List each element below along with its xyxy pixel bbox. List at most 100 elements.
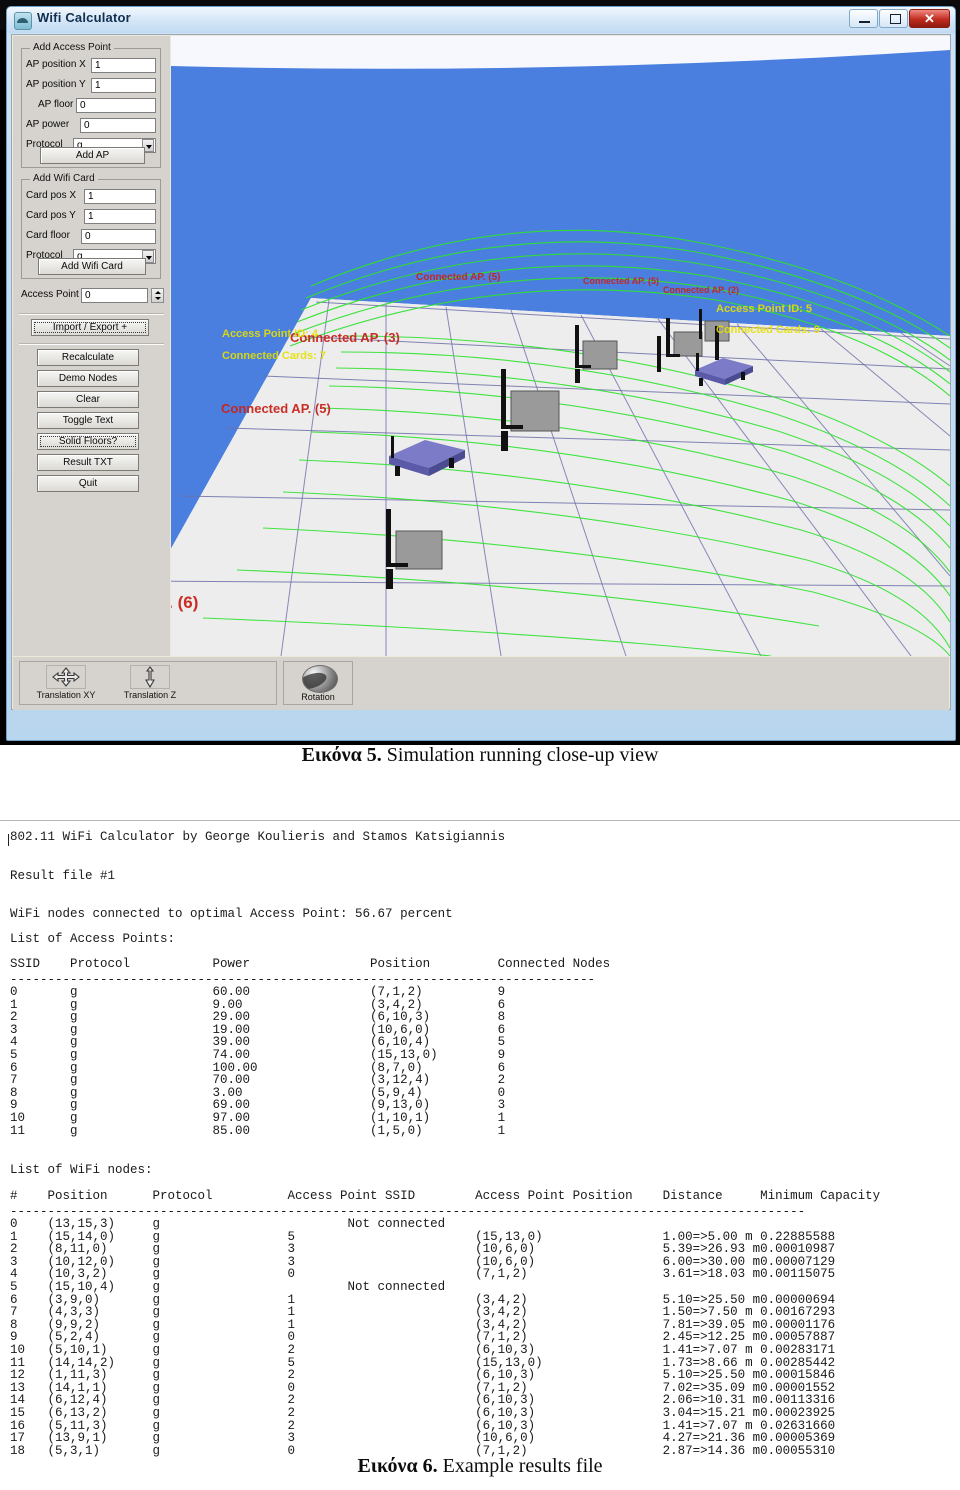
node-table-row: 2 (8,11,0) g 3 (10,6,0) 5.39=>26.93 m0.0… xyxy=(10,1242,836,1257)
control-panel: Add Access Point AP position X 1 AP posi… xyxy=(13,36,170,656)
results-header-line: 802.11 WiFi Calculator by George Koulier… xyxy=(10,830,506,844)
node-table-row: 17 (13,9,1) g 3 (10,6,0) 4.27=>21.36 m0.… xyxy=(10,1431,836,1446)
demo-nodes-button[interactable]: Demo Nodes xyxy=(37,370,139,387)
card-floor-row: Card floor 0 xyxy=(26,229,156,245)
window-title-bar[interactable]: Wifi Calculator ✕ xyxy=(7,7,955,33)
ap-position-y-label: AP position Y xyxy=(26,79,86,90)
ap-position-x-row: AP position X 1 xyxy=(26,58,156,74)
ap-table-row: 2 g 29.00 (6,10,3) 8 xyxy=(10,1010,506,1025)
viewport-label: Connected AP. (5) xyxy=(416,272,501,283)
ap-position-y-input[interactable]: 1 xyxy=(91,78,156,93)
maximize-button[interactable] xyxy=(879,9,908,28)
ap-power-input[interactable]: 0 xyxy=(80,118,156,133)
ap-floor-label: AP floor xyxy=(38,99,74,110)
ap-power-label: AP power xyxy=(26,119,70,130)
translation-xy-tool[interactable]: Translation XY xyxy=(24,665,108,703)
ap-table-row: 10 g 97.00 (1,10,1) 1 xyxy=(10,1111,506,1125)
add-access-point-group: Add Access Point AP position X 1 AP posi… xyxy=(21,42,161,168)
ap-floor-input[interactable]: 0 xyxy=(76,98,156,113)
access-point-selector-label: Access Point xyxy=(21,289,79,300)
solid-floors-button[interactable]: Solid Floors? xyxy=(37,433,139,450)
card-pos-x-input[interactable]: 1 xyxy=(84,189,156,204)
figure-5-label: Εικόνα 5. xyxy=(301,744,382,766)
card-floor-input[interactable]: 0 xyxy=(81,229,156,244)
results-summary-line: WiFi nodes connected to optimal Access P… xyxy=(10,907,453,921)
access-point-selector-input[interactable]: 0 xyxy=(81,288,148,303)
text-caret xyxy=(8,834,9,846)
viewport-label: Access Point ID: 4 xyxy=(222,328,318,340)
viewport-label: Connected AP. (5) xyxy=(583,276,660,286)
rotation-label: Rotation xyxy=(301,692,335,702)
translation-xy-label: Translation XY xyxy=(36,690,96,700)
access-point-stepper[interactable] xyxy=(151,288,164,303)
ap-power-row: AP power 0 xyxy=(26,118,156,134)
viewport-label: P. (6) xyxy=(171,593,199,612)
ap-position-x-label: AP position X xyxy=(26,59,86,70)
ap-position-y-row: AP position Y 1 xyxy=(26,78,156,94)
card-pos-y-row: Card pos Y 1 xyxy=(26,209,156,225)
card-pos-x-row: Card pos X 1 xyxy=(26,189,156,205)
close-icon[interactable]: ✕ xyxy=(909,9,950,28)
viewport-label: Connected Cards: 9 xyxy=(716,324,820,336)
translation-z-label: Translation Z xyxy=(123,690,177,700)
application-icon xyxy=(14,12,32,30)
node-table-row: 10 (5,10,1) g 2 (6,10,3) 1.41=>7.07 m 0.… xyxy=(10,1343,836,1357)
results-file-number: Result file #1 xyxy=(10,869,116,883)
ap-table-row: 5 g 74.00 (15,13,0) 9 xyxy=(10,1048,506,1062)
card-pos-y-label: Card pos Y xyxy=(26,210,76,221)
results-text-file: 802.11 WiFi Calculator by George Koulier… xyxy=(0,826,960,1457)
viewport-label: Connected AP. (2) xyxy=(663,285,740,295)
figure-6-label: Εικόνα 6. xyxy=(357,1455,438,1477)
ap-table-row: 0 g 60.00 (7,1,2) 9 xyxy=(10,985,506,999)
node-table-row: 7 (4,3,3) g 1 (3,4,2) 1.50=>7.50 m 0.001… xyxy=(10,1305,836,1320)
rotation-tool[interactable]: Rotation xyxy=(283,661,353,705)
add-wifi-card-button[interactable]: Add Wifi Card xyxy=(38,258,146,275)
result-txt-button[interactable]: Result TXT xyxy=(37,454,139,471)
rotation-icon xyxy=(302,665,338,693)
toggle-text-button[interactable]: Toggle Text xyxy=(37,412,139,429)
viewport-text-labels: Connected AP. (3) Connected AP. (5) Connec… xyxy=(171,36,950,656)
figure-5-text: Simulation running close-up view xyxy=(381,744,659,766)
node-table-row: 0 (13,15,3) g Not connected xyxy=(10,1217,446,1231)
wifi-calculator-window: Wifi Calculator ✕ Add Access Point AP po… xyxy=(6,6,956,741)
simulation-3d-viewport[interactable]: Connected AP. (3) Connected AP. (5) Connec… xyxy=(171,36,950,656)
import-export-button[interactable]: Import / Export + xyxy=(31,319,149,336)
figure-5-caption: Εικόνα 5. Simulation running close-up vi… xyxy=(0,744,960,767)
node-table-row: 15 (6,13,2) g 2 (6,10,3) 3.04=>15.21 m0.… xyxy=(10,1406,836,1420)
viewport-label: Access Point ID: 5 xyxy=(716,303,812,315)
viewport-label: Connected Cards: 7 xyxy=(222,350,326,362)
card-pos-x-label: Card pos X xyxy=(26,190,77,201)
node-table-row: 12 (1,11,3) g 2 (6,10,3) 5.10=>25.50 m0.… xyxy=(10,1368,836,1383)
minimize-button[interactable] xyxy=(849,9,878,28)
panel-divider-2 xyxy=(19,343,164,345)
ap-table-row: 11 g 85.00 (1,5,0) 1 xyxy=(10,1123,506,1138)
node-section-title: List of WiFi nodes: xyxy=(10,1163,153,1177)
add-ap-button[interactable]: Add AP xyxy=(40,147,145,164)
window-client-area: Add Access Point AP position X 1 AP posi… xyxy=(11,34,951,710)
view-mode-toolbar: Translation XY Translation Z Rotation xyxy=(13,657,949,710)
translation-z-tool[interactable]: Translation Z xyxy=(108,665,192,703)
window-title: Wifi Calculator xyxy=(37,10,131,25)
add-wifi-card-title: Add Wifi Card xyxy=(30,173,98,184)
panel-divider xyxy=(19,313,164,315)
translation-xy-icon xyxy=(46,665,86,689)
add-wifi-card-group: Add Wifi Card Card pos X 1 Card pos Y 1 … xyxy=(21,173,161,279)
figure-6-caption: Εικόνα 6. Example results file xyxy=(0,1455,960,1478)
application-window-screenshot: Wifi Calculator ✕ Add Access Point AP po… xyxy=(0,0,960,745)
ap-floor-row: AP floor 0 xyxy=(26,98,156,114)
ap-section-title: List of Access Points: xyxy=(10,932,176,946)
node-table-row: 5 (15,10,4) g Not connected xyxy=(10,1280,446,1294)
card-pos-y-input[interactable]: 1 xyxy=(84,209,156,224)
viewport-label: Connected AP. (5) xyxy=(221,401,331,416)
quit-button[interactable]: Quit xyxy=(37,475,139,492)
clear-button[interactable]: Clear xyxy=(37,391,139,408)
translation-z-icon xyxy=(130,665,170,689)
ap-table-row: 7 g 70.00 (3,12,4) 2 xyxy=(10,1073,506,1088)
horizontal-rule xyxy=(0,820,960,821)
ap-position-x-input[interactable]: 1 xyxy=(91,58,156,73)
figure-6-text: Example results file xyxy=(437,1455,603,1477)
translation-tools-group: Translation XY Translation Z xyxy=(19,661,277,705)
recalculate-button[interactable]: Recalculate xyxy=(37,349,139,366)
node-table-header: # Position Protocol Access Point SSID Ac… xyxy=(10,1189,881,1203)
ap-table-header: SSID Protocol Power Position Connected N… xyxy=(10,957,611,971)
